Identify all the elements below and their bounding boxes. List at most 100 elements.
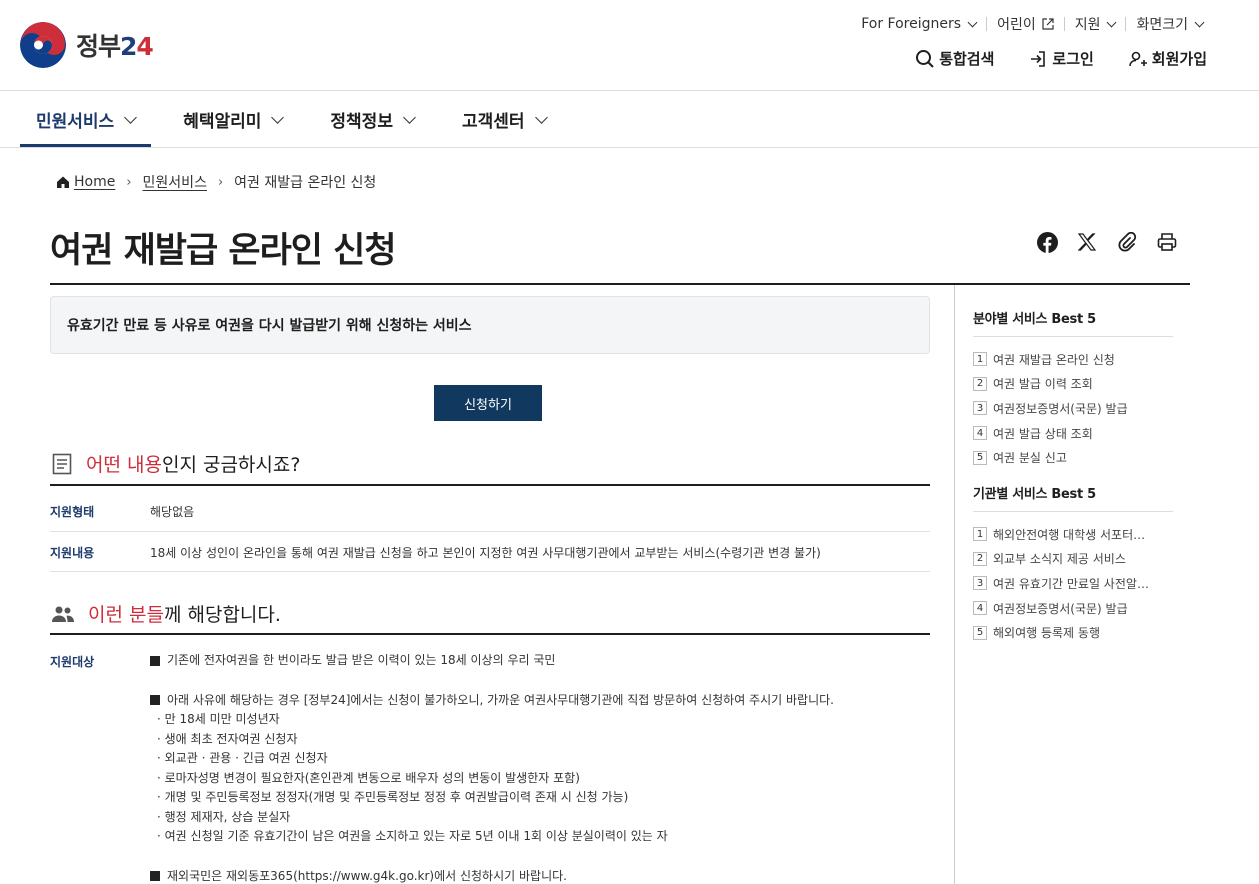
main-actions: 통합검색 로그인 회원가입 bbox=[881, 48, 1207, 69]
gnb-label: 정책정보 bbox=[330, 111, 393, 132]
square-bullet-icon bbox=[150, 655, 160, 666]
print-icon[interactable] bbox=[1155, 230, 1179, 254]
target-bullet: 아래 사유에 해당하는 경우 [정부24]에서는 신청이 불가하오니, 가까운 … bbox=[150, 691, 834, 711]
item-label: 해외여행 등록제 동행 bbox=[993, 626, 1100, 641]
bullet-text: 재외국민은 재외동포365(https://www.g4k.go.kr)에서 신… bbox=[167, 868, 567, 883]
gnb-policy[interactable]: 정책정보 bbox=[314, 91, 430, 147]
chevron-down-icon bbox=[403, 110, 416, 124]
add-user-icon bbox=[1128, 51, 1147, 66]
global-nav: 민원서비스 혜택알리미 정책정보 고객센터 bbox=[20, 91, 578, 147]
screen-size-menu[interactable]: 화면크기 bbox=[1126, 14, 1213, 34]
signup-label: 회원가입 bbox=[1151, 50, 1207, 68]
best-field-title: 분야별 서비스 Best 5 bbox=[973, 308, 1173, 337]
bullet-text: 기존에 전자여권을 한 번이라도 발급 받은 이력이 있는 18세 이상의 우리… bbox=[167, 653, 556, 667]
item-label: 여권 발급 상태 조회 bbox=[993, 426, 1093, 441]
logo-num: 2 bbox=[120, 32, 137, 61]
rank-badge: 1 bbox=[973, 352, 987, 367]
x-twitter-icon[interactable] bbox=[1075, 230, 1099, 254]
chevron-down-icon bbox=[271, 110, 285, 124]
gnb-label: 혜택알리미 bbox=[183, 111, 262, 132]
rank-badge: 3 bbox=[973, 401, 987, 416]
service-summary: 유효기간 만료 등 사유로 여권을 다시 발급받기 위해 신청하는 서비스 bbox=[50, 296, 930, 354]
sub-item: · 행정 제재자, 상습 분실자 bbox=[157, 809, 291, 824]
bullet-text: 아래 사유에 해당하는 경우 [정부24]에서는 신청이 불가하오니, 가까운 … bbox=[167, 692, 834, 707]
signup-button[interactable]: 회원가입 bbox=[1128, 48, 1207, 69]
kids-link[interactable]: 어린이 bbox=[987, 14, 1064, 34]
sub-item: · 여권 신청일 기준 유효기간이 남은 여권을 소지하고 있는 자로 5년 이… bbox=[157, 829, 668, 843]
sidebar-divider bbox=[954, 285, 955, 884]
breadcrumb-current: 여권 재발급 온라인 신청 bbox=[234, 175, 377, 191]
document-icon bbox=[52, 453, 72, 474]
support-menu[interactable]: 지원 bbox=[1065, 14, 1126, 34]
section-title-highlight: 어떤 내용 bbox=[86, 454, 162, 476]
sub-item: · 외교관 · 관용 · 긴급 여권 신청자 bbox=[157, 751, 328, 765]
external-link-icon bbox=[1042, 18, 1054, 30]
logo-text: 정부 bbox=[76, 32, 121, 61]
breadcrumb-home[interactable]: Home bbox=[74, 174, 115, 190]
util-label: 화면크기 bbox=[1136, 17, 1188, 33]
best-org-item[interactable]: 5 해외여행 등록제 동행 bbox=[973, 620, 1173, 645]
search-button[interactable]: 통합검색 bbox=[915, 48, 994, 69]
gnb-civil-services[interactable]: 민원서비스 bbox=[20, 91, 152, 147]
item-label: 여권정보증명서(국문) 발급 bbox=[993, 601, 1128, 616]
best-org-item[interactable]: 3 여권 유효기간 만료일 사전알림 서비스 bbox=[973, 571, 1173, 596]
best-field-item[interactable]: 3 여권정보증명서(국문) 발급 bbox=[973, 396, 1173, 421]
title-divider bbox=[50, 283, 1190, 285]
section-divider bbox=[50, 633, 930, 635]
rank-badge: 2 bbox=[973, 551, 987, 566]
chevron-right-icon: › bbox=[217, 174, 224, 190]
people-icon bbox=[52, 606, 74, 622]
best-field-item[interactable]: 2 여권 발급 이력 조회 bbox=[973, 372, 1173, 397]
home-icon bbox=[57, 176, 69, 188]
row-value-type: 해당없음 bbox=[150, 505, 195, 519]
best-field-item[interactable]: 4 여권 발급 상태 조회 bbox=[973, 421, 1173, 446]
chevron-down-icon bbox=[967, 17, 978, 27]
best-org-panel: 기관별 서비스 Best 5 1 해외안전여행 대학생 서포터스 모집 2 외교부 … bbox=[973, 483, 1173, 645]
best-field-item[interactable]: 1 여권 재발급 온라인 신청 bbox=[973, 347, 1173, 372]
target-bullet: 기존에 전자여권을 한 번이라도 발급 받은 이력이 있는 18세 이상의 우리… bbox=[150, 651, 834, 671]
item-label: 여권 유효기간 만료일 사전알림 서비스 bbox=[993, 576, 1153, 591]
utility-nav: For Foreigners 어린이 지원 화면크기 bbox=[851, 14, 1213, 34]
for-foreigners-menu[interactable]: For Foreigners bbox=[851, 16, 986, 32]
gnb-benefits[interactable]: 혜택알리미 bbox=[167, 91, 298, 147]
site-logo[interactable]: 정부24 bbox=[20, 22, 154, 68]
logo-wordmark: 정부24 bbox=[76, 27, 154, 63]
row-label-type: 지원형태 bbox=[50, 505, 95, 519]
breadcrumb-civil-services[interactable]: 민원서비스 bbox=[143, 172, 207, 192]
taegeuk-logo-icon bbox=[20, 22, 66, 68]
breadcrumb: Home › 민원서비스 › 여권 재발급 온라인 신청 bbox=[56, 172, 376, 192]
gnb-customer-center[interactable]: 고객센터 bbox=[446, 91, 562, 147]
best-org-item[interactable]: 1 해외안전여행 대학생 서포터스 모집 bbox=[973, 522, 1173, 547]
sub-item: · 생애 최초 전자여권 신청자 bbox=[157, 731, 298, 746]
section-who-title: 이런 분들 께 해당합니다. bbox=[52, 600, 281, 627]
row-label-content: 지원내용 bbox=[50, 546, 95, 560]
best-org-item[interactable]: 2 외교부 소식지 제공 서비스 bbox=[973, 547, 1173, 572]
util-label: 지원 bbox=[1074, 17, 1101, 33]
best-field-panel: 분야별 서비스 Best 5 1 여권 재발급 온라인 신청 2 여권 발급 이력 … bbox=[973, 308, 1173, 470]
util-label: For Foreigners bbox=[861, 16, 962, 32]
facebook-icon[interactable] bbox=[1035, 230, 1059, 254]
rank-badge: 5 bbox=[973, 625, 987, 640]
row-divider bbox=[50, 571, 930, 572]
login-button[interactable]: 로그인 bbox=[1028, 48, 1094, 69]
search-label: 통합검색 bbox=[939, 50, 995, 68]
item-label: 여권 재발급 온라인 신청 bbox=[993, 352, 1115, 367]
apply-button[interactable]: 신청하기 bbox=[434, 385, 542, 421]
rank-badge: 5 bbox=[973, 450, 987, 465]
link-copy-icon[interactable] bbox=[1115, 230, 1139, 254]
summary-text: 유효기간 만료 등 사유로 여권을 다시 발급받기 위해 신청하는 서비스 bbox=[67, 318, 472, 334]
sub-item: · 만 18세 미만 미성년자 bbox=[157, 712, 280, 726]
logo-four: 4 bbox=[136, 32, 153, 61]
best-field-item[interactable]: 5 여권 분실 신고 bbox=[973, 445, 1173, 470]
row-value-content: 18세 이상 성인이 온라인을 통해 여권 재발급 신청을 하고 본인이 지정한… bbox=[150, 546, 821, 560]
rank-badge: 4 bbox=[973, 601, 987, 616]
section-title-highlight: 이런 분들 bbox=[88, 604, 164, 626]
best-org-item[interactable]: 4 여권정보증명서(국문) 발급 bbox=[973, 596, 1173, 621]
login-label: 로그인 bbox=[1052, 50, 1094, 68]
page-title: 여권 재발급 온라인 신청 bbox=[50, 231, 397, 271]
item-label: 해외안전여행 대학생 서포터스 모집 bbox=[993, 527, 1153, 542]
gnb-label: 고객센터 bbox=[461, 111, 525, 132]
chevron-down-icon bbox=[1194, 17, 1205, 27]
rank-badge: 3 bbox=[973, 576, 987, 591]
row-label-target: 지원대상 bbox=[50, 655, 95, 669]
